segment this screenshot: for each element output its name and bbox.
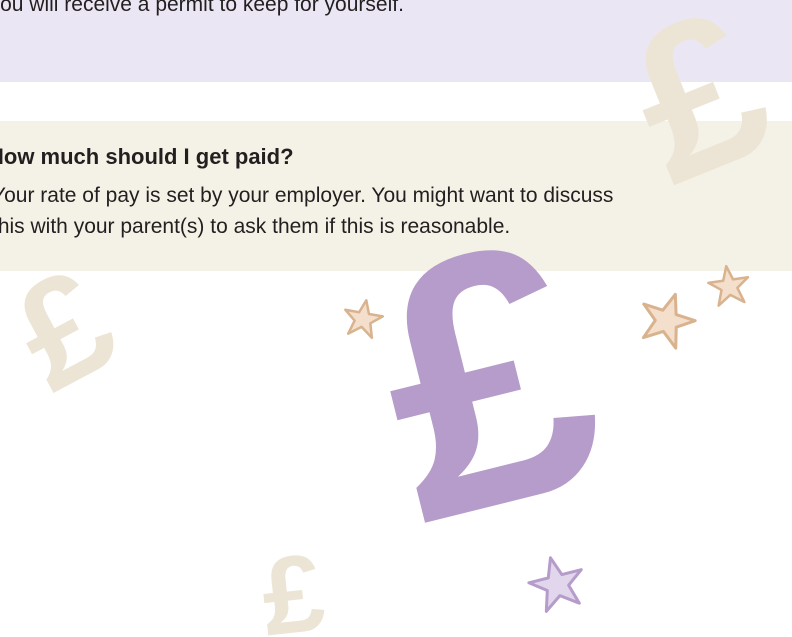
faded-pound-icon-left: £ [0, 235, 140, 423]
pound-sign-icon: £ [341, 160, 633, 598]
star-icon-tan-right [641, 292, 697, 350]
star-icon-purple [527, 556, 583, 613]
faded-pound-icon-bottom: £ [256, 531, 330, 637]
faded-pound-icon-top-right: £ [598, 0, 792, 229]
pay-heading: How much should I get paid? [0, 144, 294, 169]
faded-pound-glyph: £ [0, 235, 140, 423]
pound-glyph: £ [341, 160, 633, 598]
faded-pound-glyph: £ [256, 531, 330, 637]
star-icon-tan-top-right [707, 264, 750, 307]
permit-text: You will receive a permit to keep for yo… [0, 0, 404, 16]
star-icon-small-tan [344, 299, 385, 340]
